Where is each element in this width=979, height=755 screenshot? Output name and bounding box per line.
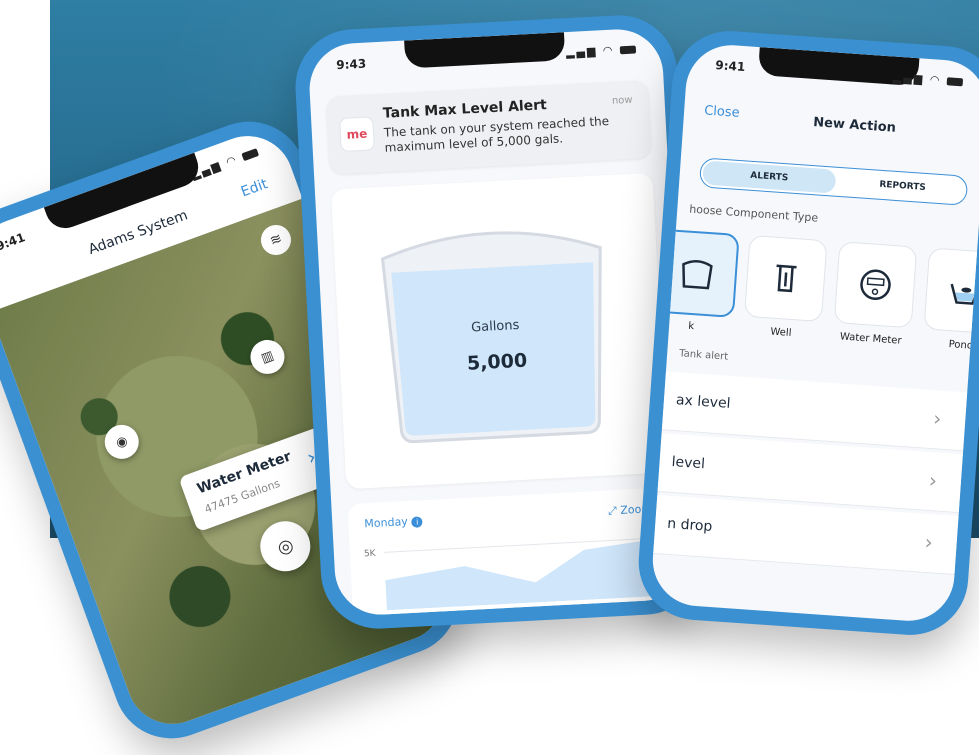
component-label: Water Meter: [839, 331, 902, 347]
status-icons: ▂▄▆ ◠: [190, 145, 260, 181]
notification-screen: 9:43 ▂▄▆ ◠ me Tank Max Level Alert The t…: [307, 27, 691, 617]
tab-reports[interactable]: REPORTS: [838, 170, 967, 203]
pond-icon: [950, 283, 979, 305]
chevron-right-icon: ›: [928, 467, 938, 493]
tank-alert-section-label: Tank alert: [678, 348, 729, 363]
status-time: 9:41: [714, 58, 746, 75]
battery-icon: [619, 45, 637, 55]
component-tank[interactable]: [654, 228, 740, 318]
status-time: 9:41: [0, 230, 27, 254]
app-logo-icon: me: [339, 116, 375, 153]
component-pond[interactable]: [923, 247, 979, 335]
tank-graphic: Gallons 5,000: [375, 221, 616, 449]
component-water-meter[interactable]: [833, 241, 918, 329]
tank-icon: [682, 260, 713, 290]
meter-icon: [860, 269, 891, 301]
page-title: New Action: [812, 115, 897, 136]
tank-level-card: Gallons 5,000: [330, 172, 669, 490]
alert-option-label: ax level: [675, 392, 732, 412]
chevron-right-icon: ›: [923, 529, 934, 555]
usage-chart-card: Monday i ⤢ Zoom 5K: [347, 487, 687, 617]
battery-icon: [946, 77, 964, 87]
chart-tick-label: 5K: [363, 548, 376, 560]
component-label: Well: [770, 326, 792, 339]
chevron-right-icon: ›: [932, 406, 943, 431]
edit-button[interactable]: Edit: [239, 176, 270, 200]
alerts-reports-toggle: ALERTS REPORTS: [698, 157, 969, 206]
choose-component-label: hoose Component Type: [688, 202, 819, 225]
notch: [404, 32, 566, 69]
notification-time: now: [611, 94, 633, 107]
component-label: k: [687, 320, 695, 333]
info-icon[interactable]: i: [411, 516, 424, 528]
tab-alerts[interactable]: ALERTS: [702, 160, 837, 194]
chart-day-label: Monday i: [364, 514, 424, 530]
component-type-row: k Well Water Meter Ponc: [652, 228, 979, 364]
well-icon: [776, 264, 797, 293]
new-action-screen: 9:41 ▂▄▆ ◠ Close New Action ALERTS REPOR…: [649, 42, 979, 624]
component-label: Ponc: [948, 339, 973, 352]
alert-option-label: level: [671, 453, 706, 473]
status-icons: ▂▄▆ ◠: [893, 70, 964, 88]
alert-notification[interactable]: me Tank Max Level Alert The tank on your…: [325, 79, 652, 175]
alert-option-label: n drop: [666, 515, 713, 535]
phone-new-action-view: 9:41 ▂▄▆ ◠ Close New Action ALERTS REPOR…: [634, 27, 979, 639]
status-time: 9:43: [335, 56, 367, 73]
component-well[interactable]: [743, 234, 828, 323]
status-icons: ▂▄▆ ◠: [566, 42, 637, 59]
battery-icon: [241, 148, 260, 162]
